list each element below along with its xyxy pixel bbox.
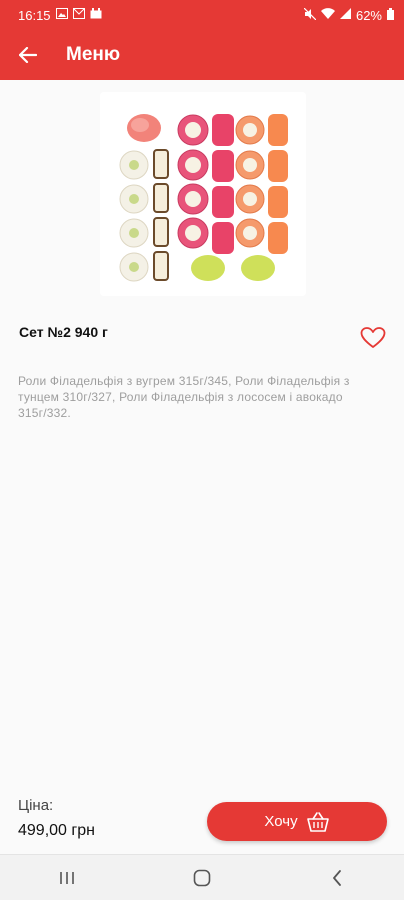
back-button[interactable] (0, 30, 56, 80)
basket-icon (306, 811, 329, 832)
price-value: 499,00 грн (18, 822, 95, 839)
status-time: 16:15 (18, 7, 51, 23)
recents-icon (60, 871, 75, 884)
signal-icon (339, 8, 351, 22)
mail-icon (72, 8, 85, 22)
calendar-icon (90, 8, 102, 22)
want-button-label: Хочу (264, 813, 298, 830)
product-title: Сет №2 940 г (19, 324, 108, 340)
home-button[interactable] (172, 855, 232, 900)
home-icon (193, 869, 211, 886)
wifi-icon (320, 8, 335, 22)
mute-icon (303, 7, 317, 23)
status-bar: 16:15 62% (0, 0, 404, 30)
battery-icon (387, 7, 394, 23)
app-bar: Меню (0, 30, 404, 80)
status-right: 62% (303, 7, 394, 23)
recents-button[interactable] (37, 855, 97, 900)
system-back-button[interactable] (307, 855, 367, 900)
battery-percent: 62% (355, 7, 382, 23)
gallery-icon (55, 8, 68, 22)
sushi-set-image[interactable] (100, 92, 306, 296)
product-description: Роли Філадельфія з вугрем 315г/345, Роли… (18, 374, 350, 420)
back-icon (332, 869, 341, 886)
system-nav-bar (0, 854, 404, 900)
page-title: Меню (66, 44, 121, 65)
heart-outline-icon (360, 327, 386, 348)
favorite-button[interactable] (360, 327, 386, 349)
want-button[interactable]: Хочу (207, 802, 387, 841)
arrow-left-icon (19, 47, 37, 63)
price-label: Ціна: (18, 797, 54, 814)
status-left: 16:15 (18, 8, 102, 23)
